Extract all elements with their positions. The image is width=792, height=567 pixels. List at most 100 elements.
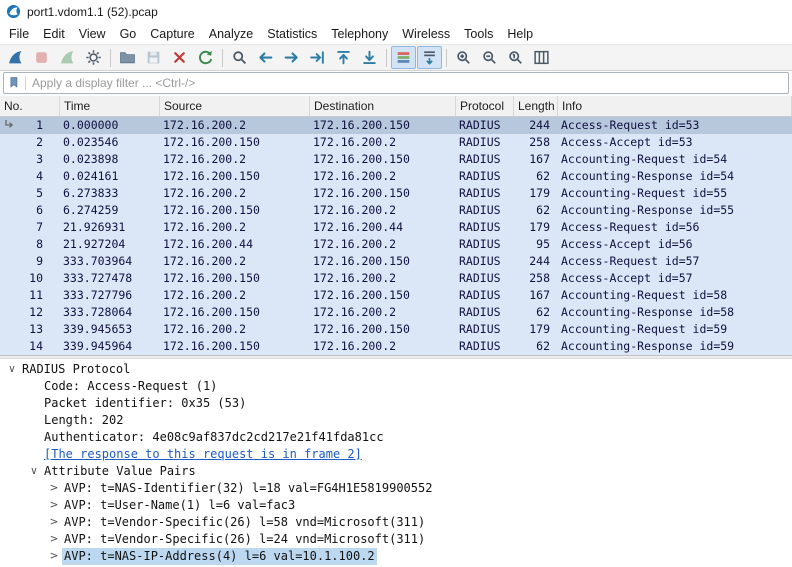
go-forward-button[interactable] <box>279 46 304 69</box>
detail-line[interactable]: ∨Attribute Value Pairs <box>0 463 792 480</box>
packet-row[interactable]: 11333.727796172.16.200.2172.16.200.150RA… <box>0 287 792 304</box>
packet-row[interactable]: 721.926931172.16.200.2172.16.200.44RADIU… <box>0 219 792 236</box>
collapsed-chevron-icon[interactable]: > <box>46 548 62 565</box>
save-file-button[interactable] <box>141 46 166 69</box>
filter-bookmark-icon[interactable] <box>8 76 21 89</box>
packet-row[interactable]: 56.273833172.16.200.2172.16.200.150RADIU… <box>0 185 792 202</box>
packet-row[interactable]: 13339.945653172.16.200.2172.16.200.150RA… <box>0 321 792 338</box>
menu-statistics[interactable]: Statistics <box>260 25 324 43</box>
column-header-destination[interactable]: Destination <box>310 96 456 116</box>
packet-destination: 172.16.200.2 <box>310 270 456 287</box>
start-capture-button[interactable] <box>3 46 28 69</box>
detail-line[interactable]: >AVP: t=NAS-IP-Address(4) l=6 val=10.1.1… <box>0 548 792 565</box>
detail-line[interactable]: Code: Access-Request (1) <box>0 378 792 395</box>
packet-row[interactable]: 20.023546172.16.200.150172.16.200.2RADIU… <box>0 134 792 151</box>
open-folder-icon <box>119 49 136 66</box>
packet-info: Accounting-Request id=59 <box>558 321 792 338</box>
zoom-in-button[interactable] <box>451 46 476 69</box>
detail-line[interactable]: ∨RADIUS Protocol <box>0 361 792 378</box>
menu-wireless[interactable]: Wireless <box>395 25 457 43</box>
collapsed-chevron-icon[interactable]: > <box>46 514 62 531</box>
zoom-out-icon <box>481 49 498 66</box>
detail-line[interactable]: Packet identifier: 0x35 (53) <box>0 395 792 412</box>
collapsed-chevron-icon[interactable]: > <box>46 497 62 514</box>
column-header-source[interactable]: Source <box>160 96 310 116</box>
packet-source: 172.16.200.2 <box>160 117 310 134</box>
packet-source: 172.16.200.2 <box>160 321 310 338</box>
menu-edit[interactable]: Edit <box>36 25 72 43</box>
column-header-no[interactable]: No. <box>0 96 60 116</box>
zoom-out-button[interactable] <box>477 46 502 69</box>
packet-destination: 172.16.200.2 <box>310 304 456 321</box>
column-header-time[interactable]: Time <box>60 96 160 116</box>
packet-source: 172.16.200.2 <box>160 219 310 236</box>
packet-no: 11 <box>0 287 60 304</box>
find-packet-button[interactable] <box>227 46 252 69</box>
detail-text: AVP: t=Vendor-Specific(26) l=24 vnd=Micr… <box>62 531 427 548</box>
packet-length: 179 <box>514 321 558 338</box>
packet-info: Access-Accept id=57 <box>558 270 792 287</box>
menu-capture[interactable]: Capture <box>143 25 201 43</box>
packet-row[interactable]: 10.000000172.16.200.2172.16.200.150RADIU… <box>0 117 792 134</box>
packet-info: Accounting-Request id=55 <box>558 185 792 202</box>
display-filter-field[interactable] <box>3 72 789 94</box>
packet-row[interactable]: 14339.945964172.16.200.150172.16.200.2RA… <box>0 338 792 355</box>
detail-line[interactable]: [The response to this request is in fram… <box>0 446 792 463</box>
packet-list-body: 10.000000172.16.200.2172.16.200.150RADIU… <box>0 117 792 355</box>
packet-info: Access-Request id=57 <box>558 253 792 270</box>
packet-row[interactable]: 66.274259172.16.200.150172.16.200.2RADIU… <box>0 202 792 219</box>
zoom-original-button[interactable] <box>503 46 528 69</box>
detail-line[interactable]: Authenticator: 4e08c9af837dc2cd217e21f41… <box>0 429 792 446</box>
colorize-packets-button[interactable] <box>391 46 416 69</box>
go-to-packet-button[interactable] <box>305 46 330 69</box>
detail-line[interactable]: >AVP: t=Vendor-Specific(26) l=24 vnd=Mic… <box>0 531 792 548</box>
menu-help[interactable]: Help <box>500 25 540 43</box>
menu-go[interactable]: Go <box>113 25 144 43</box>
packet-destination: 172.16.200.150 <box>310 117 456 134</box>
detail-line[interactable]: Length: 202 <box>0 412 792 429</box>
capture-options-button[interactable] <box>81 46 106 69</box>
go-back-button[interactable] <box>253 46 278 69</box>
detail-line[interactable]: >AVP: t=User-Name(1) l=6 val=fac3 <box>0 497 792 514</box>
resize-columns-icon <box>533 49 550 66</box>
collapsed-chevron-icon[interactable]: > <box>46 531 62 548</box>
packet-source: 172.16.200.150 <box>160 134 310 151</box>
packet-row[interactable]: 30.023898172.16.200.2172.16.200.150RADIU… <box>0 151 792 168</box>
display-filter-input[interactable] <box>30 75 784 91</box>
menu-view[interactable]: View <box>72 25 113 43</box>
go-last-packet-button[interactable] <box>357 46 382 69</box>
column-header-length[interactable]: Length <box>514 96 558 116</box>
filter-bar <box>0 71 792 96</box>
column-header-protocol[interactable]: Protocol <box>456 96 514 116</box>
detail-text: Attribute Value Pairs <box>42 463 198 480</box>
packet-row[interactable]: 40.024161172.16.200.150172.16.200.2RADIU… <box>0 168 792 185</box>
close-file-icon <box>171 49 188 66</box>
column-header-info[interactable]: Info <box>558 96 792 116</box>
detail-frame-link[interactable]: [The response to this request is in fram… <box>42 446 364 463</box>
collapsed-chevron-icon[interactable]: > <box>46 480 62 497</box>
open-file-button[interactable] <box>115 46 140 69</box>
auto-scroll-button[interactable] <box>417 46 442 69</box>
resize-columns-button[interactable] <box>529 46 554 69</box>
menu-file[interactable]: File <box>2 25 36 43</box>
go-first-packet-button[interactable] <box>331 46 356 69</box>
packet-row[interactable]: 9333.703964172.16.200.2172.16.200.150RAD… <box>0 253 792 270</box>
detail-line[interactable]: >AVP: t=NAS-Identifier(32) l=18 val=FG4H… <box>0 480 792 497</box>
packet-info: Access-Accept id=53 <box>558 134 792 151</box>
restart-capture-button[interactable] <box>55 46 80 69</box>
reload-file-button[interactable] <box>193 46 218 69</box>
packet-length: 95 <box>514 236 558 253</box>
packet-row[interactable]: 12333.728064172.16.200.150172.16.200.2RA… <box>0 304 792 321</box>
expanded-chevron-icon[interactable]: ∨ <box>26 463 42 480</box>
detail-line[interactable]: >AVP: t=Vendor-Specific(26) l=58 vnd=Mic… <box>0 514 792 531</box>
packet-row[interactable]: 821.927204172.16.200.44172.16.200.2RADIU… <box>0 236 792 253</box>
expanded-chevron-icon[interactable]: ∨ <box>4 361 20 378</box>
packet-protocol: RADIUS <box>456 304 514 321</box>
menu-analyze[interactable]: Analyze <box>202 25 260 43</box>
close-file-button[interactable] <box>167 46 192 69</box>
packet-row[interactable]: 10333.727478172.16.200.150172.16.200.2RA… <box>0 270 792 287</box>
first-packet-icon <box>335 49 352 66</box>
menu-telephony[interactable]: Telephony <box>324 25 395 43</box>
stop-capture-button[interactable] <box>29 46 54 69</box>
menu-tools[interactable]: Tools <box>457 25 500 43</box>
